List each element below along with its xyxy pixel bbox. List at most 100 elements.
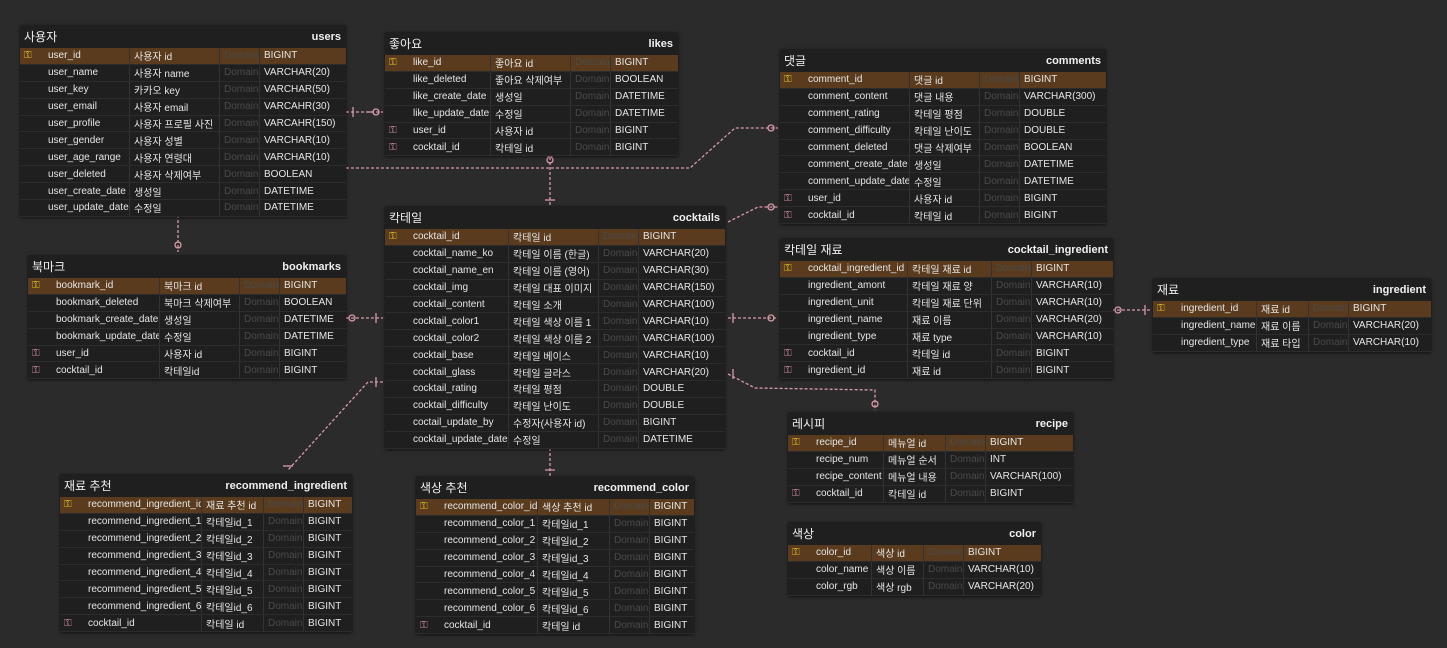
table-row[interactable]: ⚿ cocktail_id 칵테일 id Domain BIGINT <box>788 485 1073 503</box>
table-row[interactable]: color_name 색상 이름 Domain VARCHAR(10) <box>788 561 1041 579</box>
table-row[interactable]: ⚿ ingredient_id 재료 id Domain BIGINT <box>780 362 1113 380</box>
table-row[interactable]: ⚿ recipe_id 메뉴얼 id Domain BIGINT <box>788 435 1073 452</box>
table-header[interactable]: 댓글 comments <box>780 49 1106 72</box>
table-row[interactable]: user_name 사용자 name Domain VARCHAR(20) <box>20 64 346 82</box>
table-cocktail-ingredient[interactable]: 칵테일 재료 cocktail_ingredient ⚿ cocktail_ingre… <box>780 238 1113 380</box>
table-bookmarks[interactable]: 북마크 bookmarks ⚿ bookmark_id 북마크 id Domain BIGI… <box>28 255 346 380</box>
table-row[interactable]: recommend_color_2 칵테일id_2 Domain BIGINT <box>416 532 694 550</box>
table-row[interactable]: ingredient_type 재료 type Domain VARCHAR(10) <box>780 328 1113 346</box>
table-row[interactable]: ⚿ cocktail_id 칵테일id Domain BIGINT <box>28 362 346 380</box>
table-cocktails[interactable]: 칵테일 cocktails ⚿ cocktail_id 칵테일 id Domain BIGI… <box>385 206 725 449</box>
table-row[interactable]: recommend_color_1 칵테일id_1 Domain BIGINT <box>416 515 694 533</box>
table-row[interactable]: like_deleted 좋아요 삭제여부 Domain BOOLEAN <box>385 71 678 89</box>
table-row[interactable]: like_create_date 생성일 Domain DATETIME <box>385 88 678 106</box>
table-header[interactable]: 색상 추천 recommend_color <box>416 476 694 499</box>
table-row[interactable]: recommend_ingredient_1 칵테일id_1 Domain BIGIN… <box>60 513 352 531</box>
table-row[interactable]: user_email 사용자 email Domain VARCAHR(30) <box>20 98 346 116</box>
table-row[interactable]: user_profile 사용자 프로필 사진 Domain VARCAHR(150) <box>20 115 346 133</box>
table-header[interactable]: 레시피 recipe <box>788 412 1073 435</box>
table-row[interactable]: ingredient_unit 칵테일 재료 단위 Domain VARCHAR(10… <box>780 294 1113 312</box>
table-recommend-color[interactable]: 색상 추천 recommend_color ⚿ recommend_color_id 색… <box>416 476 694 635</box>
table-row[interactable]: comment_deleted 댓글 삭제여부 Domain BOOLEAN <box>780 139 1106 157</box>
table-row[interactable]: comment_content 댓글 내용 Domain VARCHAR(300) <box>780 88 1106 106</box>
table-row[interactable]: comment_rating 칵테일 평점 Domain DOUBLE <box>780 105 1106 123</box>
table-row[interactable]: recommend_ingredient_6 칵테일id_6 Domain BIGIN… <box>60 598 352 616</box>
table-row[interactable]: ⚿ bookmark_id 북마크 id Domain BIGINT <box>28 278 346 295</box>
table-comments[interactable]: 댓글 comments ⚿ comment_id 댓글 id Domain BIGINT co… <box>780 49 1106 225</box>
table-row[interactable]: ⚿ cocktail_id 칵테일 id Domain BIGINT <box>385 229 725 246</box>
table-header[interactable]: 좋아요 likes <box>385 32 678 55</box>
table-row[interactable]: coctail_update_by 수정자(사용자 id) Domain BIGINT <box>385 414 725 432</box>
table-row[interactable]: recommend_ingredient_5 칵테일id_5 Domain BIGIN… <box>60 581 352 599</box>
table-header[interactable]: 북마크 bookmarks <box>28 255 346 278</box>
table-row[interactable]: bookmark_deleted 북마크 삭제여부 Domain BOOLEAN <box>28 294 346 312</box>
table-row[interactable]: cocktail_name_en 칵테일 이름 (영어) Domain VARCHAR… <box>385 262 725 280</box>
table-row[interactable]: user_deleted 사용자 삭제여부 Domain BOOLEAN <box>20 166 346 184</box>
table-row[interactable]: ⚿ user_id 사용자 id Domain BIGINT <box>28 345 346 363</box>
table-row[interactable]: ⚿ ingredient_id 재료 id Domain BIGINT <box>1153 301 1431 318</box>
table-color[interactable]: 색상 color ⚿ color_id 색상 id Domain BIGINT color_n… <box>788 522 1041 596</box>
table-header[interactable]: 재료 ingredient <box>1153 278 1431 301</box>
table-row[interactable]: ⚿ like_id 좋아요 id Domain BIGINT <box>385 55 678 72</box>
table-row[interactable]: recommend_ingredient_4 칵테일id_4 Domain BIGIN… <box>60 564 352 582</box>
table-row[interactable]: ingredient_amont 칵테일 재료 양 Domain VARCHAR(10… <box>780 277 1113 295</box>
table-row[interactable]: comment_create_date 생성일 Domain DATETIME <box>780 156 1106 174</box>
table-row[interactable]: ⚿ color_id 색상 id Domain BIGINT <box>788 545 1041 562</box>
table-ingredient[interactable]: 재료 ingredient ⚿ ingredient_id 재료 id Domain BIG… <box>1153 278 1431 352</box>
table-row[interactable]: recommend_color_4 칵테일id_4 Domain BIGINT <box>416 566 694 584</box>
table-row[interactable]: cocktail_glass 칵테일 글라스 Domain VARCHAR(20) <box>385 364 725 382</box>
table-header[interactable]: 칵테일 재료 cocktail_ingredient <box>780 238 1113 261</box>
table-row[interactable]: ⚿ user_id 사용자 id Domain BIGINT <box>780 190 1106 208</box>
table-row[interactable]: comment_difficulty 칵테일 난이도 Domain DOUBLE <box>780 122 1106 140</box>
table-row[interactable]: recommend_color_5 칵테일id_5 Domain BIGINT <box>416 583 694 601</box>
table-row[interactable]: recipe_content 메뉴얼 내용 Domain VARCHAR(100) <box>788 468 1073 486</box>
table-row[interactable]: recommend_ingredient_3 칵테일id_3 Domain BIGIN… <box>60 547 352 565</box>
table-row[interactable]: ⚿ cocktail_id 칵테일 id Domain BIGINT <box>60 615 352 633</box>
table-row[interactable]: user_create_date 생성일 Domain DATETIME <box>20 183 346 201</box>
table-users[interactable]: 사용자 users ⚿ user_id 사용자 id Domain BIGINT user_n… <box>20 25 346 217</box>
table-row[interactable]: cocktail_rating 칵테일 평점 Domain DOUBLE <box>385 381 725 398</box>
table-row[interactable]: ingredient_name 재료 이름 Domain VARCHAR(20) <box>780 311 1113 329</box>
table-row[interactable]: ⚿ user_id 사용자 id Domain BIGINT <box>20 48 346 65</box>
table-header[interactable]: 색상 color <box>788 522 1041 545</box>
table-header[interactable]: 재료 추천 recommend_ingredient <box>60 474 352 497</box>
table-row[interactable]: user_key 카카오 key Domain VARCHAR(50) <box>20 81 346 99</box>
table-row[interactable]: cocktail_update_date 수정일 Domain DATETIME <box>385 431 725 449</box>
table-row[interactable]: recommend_ingredient_2 칵테일id_2 Domain BIGIN… <box>60 530 352 548</box>
table-row[interactable]: cocktail_base 칵테일 베이스 Domain VARCHAR(10) <box>385 347 725 365</box>
table-row[interactable]: cocktail_difficulty 칵테일 난이도 Domain DOUBLE <box>385 397 725 415</box>
table-row[interactable]: recipe_num 메뉴얼 순서 Domain INT <box>788 451 1073 469</box>
table-row[interactable]: cocktail_img 칵테일 대표 이미지 Domain VARCHAR(150) <box>385 279 725 297</box>
table-row[interactable]: cocktail_color2 칵테일 색상 이름 2 Domain VARCHAR(… <box>385 330 725 348</box>
table-row[interactable]: recommend_color_6 칵테일id_6 Domain BIGINT <box>416 600 694 618</box>
table-header[interactable]: 칵테일 cocktails <box>385 206 725 229</box>
table-row[interactable]: comment_update_date 수정일 Domain DATETIME <box>780 173 1106 191</box>
table-recipe[interactable]: 레시피 recipe ⚿ recipe_id 메뉴얼 id Domain BIGINT rec… <box>788 412 1073 503</box>
table-row[interactable]: ⚿ cocktail_ingredient_id 칵테일 재료 id Domain BI… <box>780 261 1113 278</box>
table-row[interactable]: cocktail_name_ko 칵테일 이름 (한글) Domain VARCHAR… <box>385 245 725 263</box>
table-row[interactable]: ⚿ cocktail_id 칵테일 id Domain BIGINT <box>780 345 1113 363</box>
table-row[interactable]: ingredient_name 재료 이름 Domain VARCHAR(20) <box>1153 317 1431 335</box>
table-recommend-ingredient[interactable]: 재료 추천 recommend_ingredient ⚿ recommend_ingr… <box>60 474 352 633</box>
table-row[interactable]: user_update_date 수정일 Domain DATETIME <box>20 200 346 217</box>
table-row[interactable]: like_update_date 수정일 Domain DATETIME <box>385 105 678 123</box>
table-row[interactable]: color_rgb 색상 rgb Domain VARCHAR(20) <box>788 578 1041 596</box>
table-header[interactable]: 사용자 users <box>20 25 346 48</box>
table-row[interactable]: user_age_range 사용자 연령대 Domain VARCHAR(10) <box>20 149 346 167</box>
table-row[interactable]: bookmark_create_date 생성일 Domain DATETIME <box>28 311 346 329</box>
table-row[interactable]: ⚿ comment_id 댓글 id Domain BIGINT <box>780 72 1106 89</box>
table-row[interactable]: ⚿ cocktail_id 칵테일 id Domain BIGINT <box>780 207 1106 225</box>
table-row[interactable]: cocktail_color1 칵테일 색상 이름 1 Domain VARCHAR(… <box>385 313 725 331</box>
table-row[interactable]: ⚿ cocktail_id 칵테일 id Domain BIGINT <box>385 139 678 157</box>
table-likes[interactable]: 좋아요 likes ⚿ like_id 좋아요 id Domain BIGINT like_d… <box>385 32 678 157</box>
table-row[interactable]: ⚿ cocktail_id 칵테일 id Domain BIGINT <box>416 617 694 635</box>
table-row[interactable]: ⚿ user_id 사용자 id Domain BIGINT <box>385 122 678 140</box>
table-row[interactable]: cocktail_content 칵테일 소개 Domain VARCHAR(100) <box>385 296 725 314</box>
table-row[interactable]: bookmark_update_date 수정일 Domain DATETIME <box>28 328 346 346</box>
column-logical-name: 칵테일 재료 양 <box>908 277 992 294</box>
table-row[interactable]: ⚿ recommend_ingredient_id 재료 추천 id Domain BI… <box>60 497 352 514</box>
table-row[interactable]: user_gender 사용자 성별 Domain VARCHAR(10) <box>20 132 346 150</box>
table-row[interactable]: recommend_color_3 칵테일id_3 Domain BIGINT <box>416 549 694 567</box>
table-row[interactable]: ⚿ recommend_color_id 색상 추천 id Domain BIGINT <box>416 499 694 516</box>
table-row[interactable]: ingredient_type 재료 타입 Domain VARCHAR(10) <box>1153 334 1431 352</box>
